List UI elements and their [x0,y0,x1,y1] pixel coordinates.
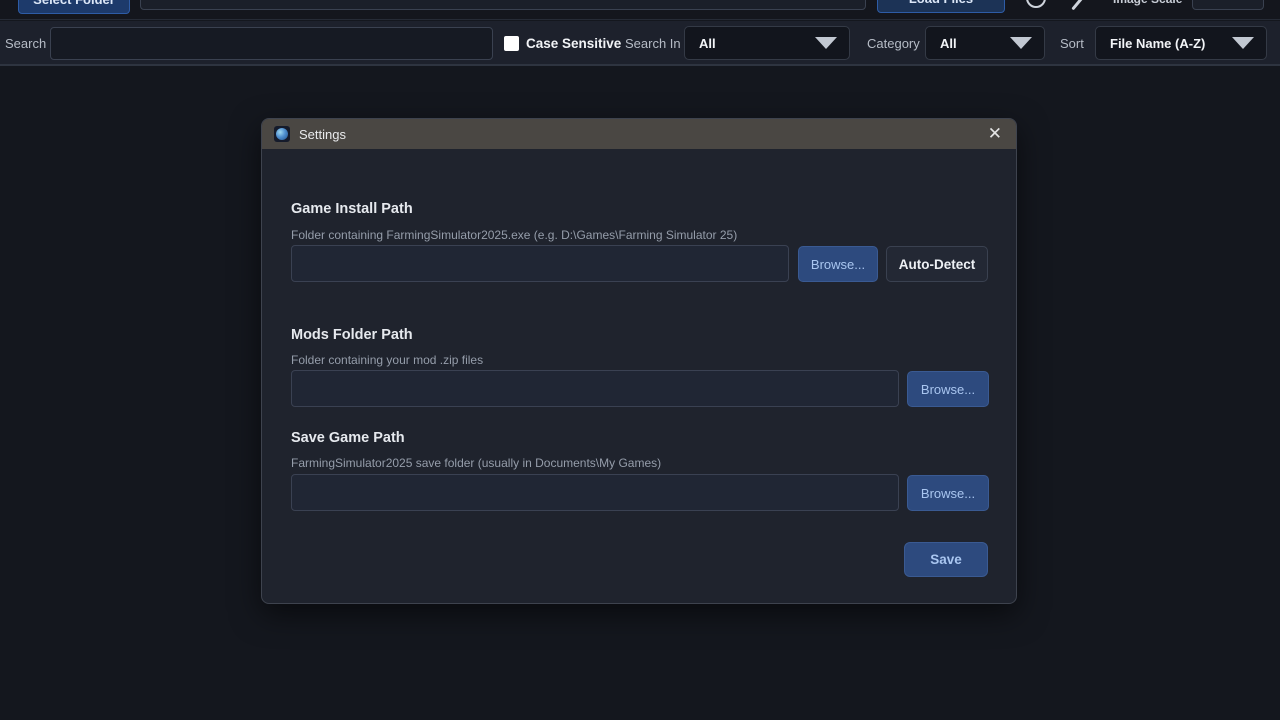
case-sensitive-checkbox[interactable] [504,36,519,51]
section-heading-mods-folder-path: Mods Folder Path [291,327,413,343]
close-icon[interactable]: ✕ [988,119,1002,149]
chevron-down-icon [1010,37,1032,49]
save-button[interactable]: Save [904,542,988,577]
search-in-value: All [699,36,716,51]
search-label: Search [5,21,46,66]
settings-dialog: Settings ✕ Game Install Path Folder cont… [261,118,1017,604]
dialog-title: Settings [299,127,346,142]
chevron-down-icon [1232,37,1254,49]
dialog-titlebar[interactable]: Settings ✕ [262,119,1016,149]
image-scale-value: 100% [1201,0,1229,3]
mods-folder-browse-button[interactable]: Browse... [907,371,989,407]
sort-label: Sort [1060,21,1084,66]
app-icon [274,126,290,142]
dialog-body: Game Install Path Folder containing Farm… [262,149,1016,605]
search-in-label: Search In [625,21,681,66]
chevron-down-icon [815,37,837,49]
game-install-browse-button[interactable]: Browse... [798,246,878,282]
auto-detect-button[interactable]: Auto-Detect [886,246,988,282]
game-install-path-input[interactable] [291,245,789,282]
case-sensitive-label: Case Sensitive [526,21,621,66]
sort-dropdown[interactable]: File Name (A-Z) [1095,26,1267,60]
search-in-dropdown[interactable]: All [684,26,850,60]
load-files-button[interactable]: Load Files [877,0,1005,13]
folder-path-input[interactable] [140,0,866,10]
image-scale-dropdown[interactable]: 100% [1192,0,1264,10]
gear-icon[interactable] [1026,0,1046,8]
filter-bar: Search Case Sensitive Search In All Cate… [0,21,1280,66]
section-heading-save-game-path: Save Game Path [291,430,405,446]
category-dropdown[interactable]: All [925,26,1045,60]
category-value: All [940,36,957,51]
save-game-browse-button[interactable]: Browse... [907,475,989,511]
wrench-icon[interactable] [1071,0,1087,10]
section-heading-game-install-path: Game Install Path [291,201,413,217]
topbar: Select Folder Load Files Image Scale 100… [0,0,1280,20]
section-description: Folder containing FarmingSimulator2025.e… [291,228,737,242]
image-scale-label: Image Scale [1113,0,1182,6]
mods-folder-path-input[interactable] [291,370,899,407]
section-description: FarmingSimulator2025 save folder (usuall… [291,456,661,470]
save-game-path-input[interactable] [291,474,899,511]
search-input[interactable] [50,27,493,60]
category-label: Category [867,21,920,66]
select-folder-button[interactable]: Select Folder [18,0,130,14]
section-description: Folder containing your mod .zip files [291,353,483,367]
sort-value: File Name (A-Z) [1110,36,1205,51]
